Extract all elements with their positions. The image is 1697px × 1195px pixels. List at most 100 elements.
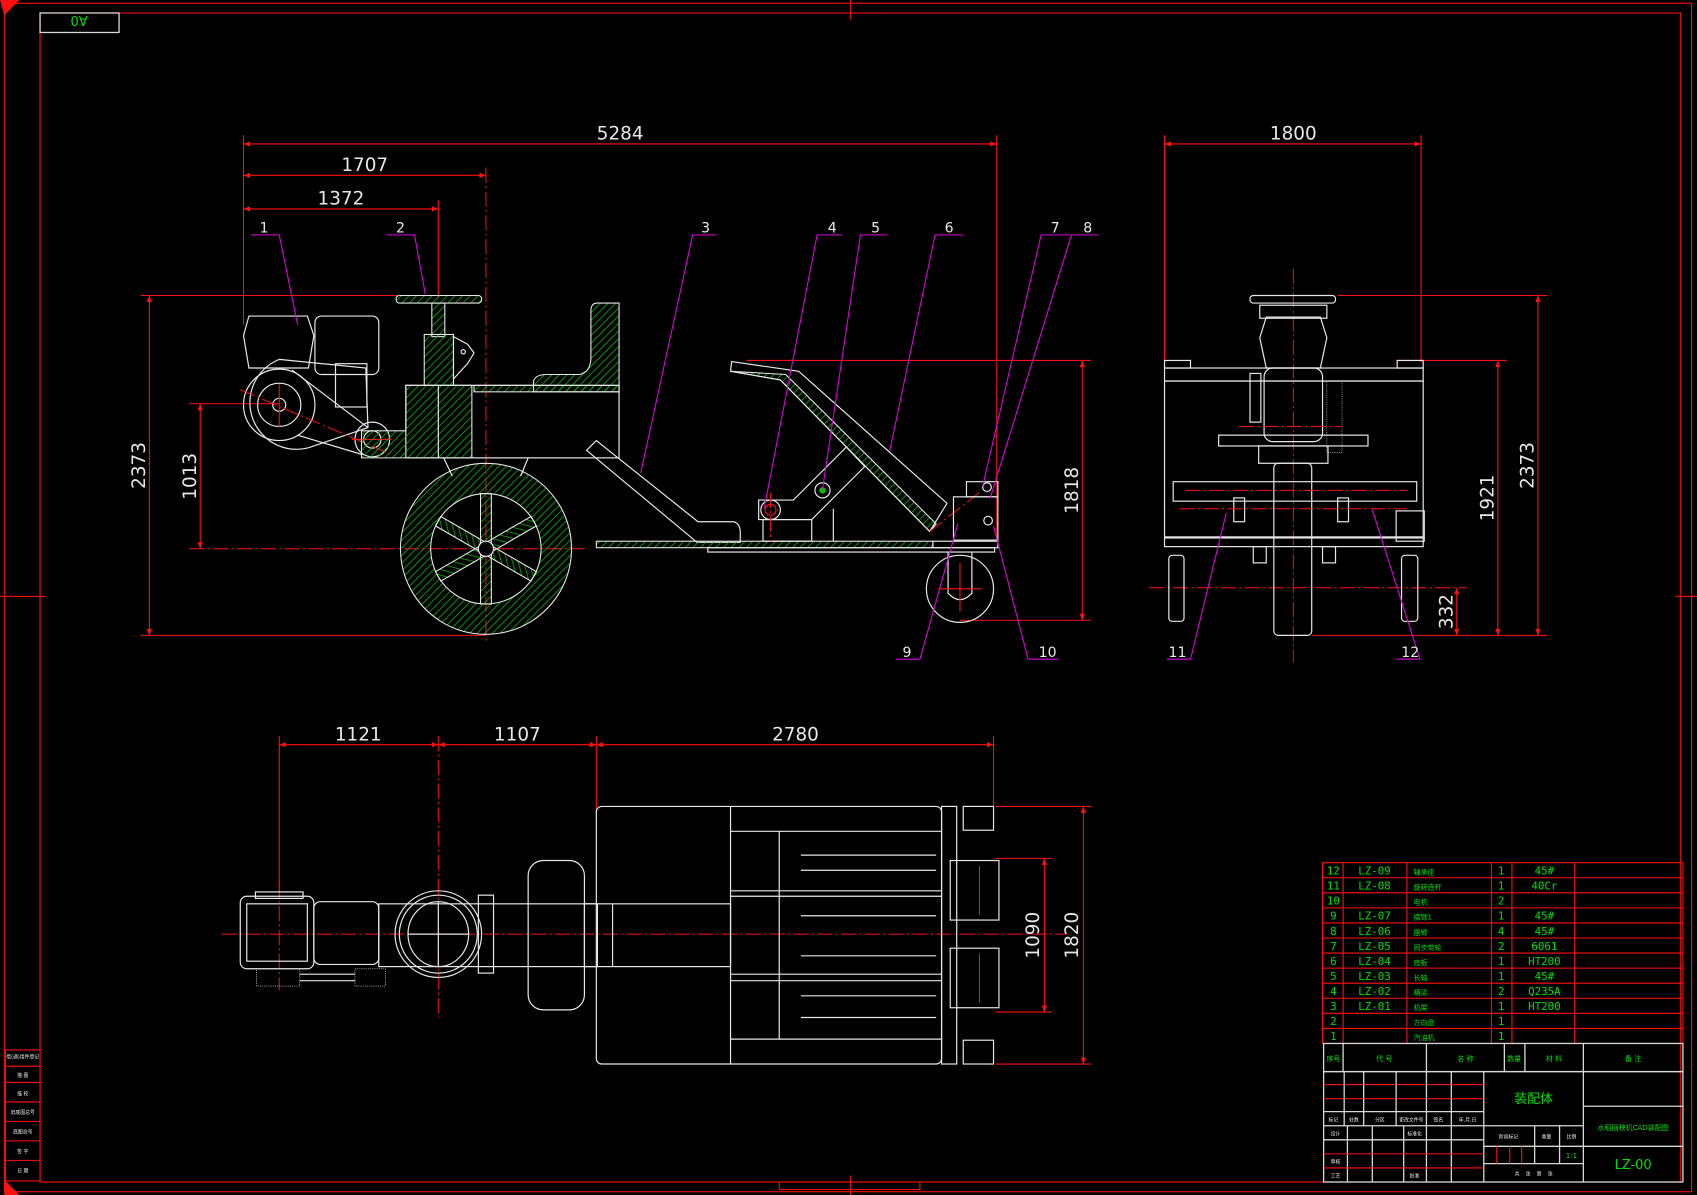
review-label: 审核 xyxy=(1331,1159,1341,1166)
balloon-9: 9 xyxy=(902,645,911,661)
dimension-5284: 5284 xyxy=(243,124,997,147)
parts-cell-qty: 1 xyxy=(1498,1000,1505,1013)
parts-cell-name: 方向盘 xyxy=(1413,1018,1434,1027)
side-view: 5284 1707 1372 2373 1013 1818 1 2 3 4 5 … xyxy=(129,124,1099,661)
parts-cell-name: 横梁 xyxy=(1413,988,1427,997)
parts-cell-code: LZ-02 xyxy=(1358,985,1391,998)
dimension-text: 1707 xyxy=(341,155,388,176)
dimension-2373-side: 2373 xyxy=(129,295,152,636)
header-material: 材 料 xyxy=(1546,1054,1562,1063)
parts-cell-name: 电机 xyxy=(1413,898,1427,907)
dimension-1121: 1121 xyxy=(279,724,439,748)
assembly-name: 装配体 xyxy=(1514,1092,1553,1107)
dimension-text: 1921 xyxy=(1478,475,1499,522)
stage-mark-label: 阶段标记 xyxy=(1499,1134,1519,1141)
parts-cell-material: Q235A xyxy=(1528,985,1561,998)
parts-cell-code: LZ-05 xyxy=(1358,940,1391,953)
parts-cell-name: 同步带轮 xyxy=(1413,943,1441,952)
parts-cell-no: 4 xyxy=(1330,985,1337,998)
parts-cell-name: 摆臂1 xyxy=(1413,913,1431,922)
dimension-text: 2780 xyxy=(772,724,819,745)
parts-cell-code: LZ-06 xyxy=(1358,925,1391,938)
parts-cell-qty: 1 xyxy=(1498,880,1505,893)
parts-cell-name: 旋转连杆 xyxy=(1413,883,1441,892)
dimension-1372: 1372 xyxy=(243,189,439,212)
parts-cell-material: 6061 xyxy=(1531,940,1557,953)
parts-cell-no: 8 xyxy=(1330,925,1337,938)
parts-cell-no: 6 xyxy=(1330,955,1337,968)
dimension-1818: 1818 xyxy=(1062,360,1085,621)
parts-cell-qty: 1 xyxy=(1498,1030,1505,1043)
strip-label: 日 期 xyxy=(17,1168,28,1174)
design-label: 设计 xyxy=(1331,1130,1341,1137)
drawing-number: LZ-00 xyxy=(1615,1158,1652,1173)
rev-header: 年.月.日 xyxy=(1459,1116,1477,1123)
parts-cell-code: LZ-03 xyxy=(1358,970,1391,983)
parts-cell-material: 45# xyxy=(1535,910,1555,923)
parts-cell-no: 12 xyxy=(1327,865,1340,878)
parts-cell-material: 40Cr xyxy=(1531,880,1558,893)
header-no: 序号 xyxy=(1326,1054,1340,1063)
rev-header: 更改文件号 xyxy=(1399,1116,1423,1123)
parts-cell-name: 底板 xyxy=(1413,958,1427,967)
steering-wheel xyxy=(395,294,483,386)
parts-cell-code: LZ-01 xyxy=(1358,1000,1391,1013)
parts-cell-no: 7 xyxy=(1330,940,1337,953)
sheet-count: 共 张 第 张 xyxy=(1515,1171,1553,1178)
dimension-332: 332 xyxy=(1436,587,1460,636)
dimension-1090: 1090 xyxy=(1023,858,1047,1013)
parts-cell-material: 45# xyxy=(1535,970,1555,983)
parts-cell-name: 摆臂 xyxy=(1413,928,1427,937)
dimension-1921: 1921 xyxy=(1478,360,1501,636)
front-view: 1800 1921 2373 332 11 12 xyxy=(1149,124,1548,663)
parts-list-header: 序号 代 号 名 称 数量 材 料 备 注 xyxy=(1322,1042,1684,1073)
rev-header: 处数 xyxy=(1349,1116,1359,1123)
parts-cell-qty: 1 xyxy=(1498,955,1505,968)
parts-cell-code: LZ-09 xyxy=(1358,865,1391,878)
rev-header: 分区 xyxy=(1375,1116,1385,1123)
parts-cell-no: 9 xyxy=(1330,910,1337,923)
scale-label: 比例 xyxy=(1567,1134,1577,1141)
rev-header: 签名 xyxy=(1433,1116,1443,1123)
standardization-label: 标准化 xyxy=(1407,1130,1422,1137)
dimension-text: 1818 xyxy=(1062,467,1083,514)
cad-drawing-sheet: A0 借(通)用件登记 描 图 描 校 旧底图总号 底图总号 签 字 日 期 5… xyxy=(0,0,1697,1195)
weight-label: 重量 xyxy=(1542,1134,1552,1141)
balloon-5: 5 xyxy=(871,221,880,237)
header-remark: 备 注 xyxy=(1625,1054,1641,1063)
balloon-10: 10 xyxy=(1039,645,1057,661)
parts-cell-name: 机架 xyxy=(1413,1003,1427,1012)
parts-cell-no: 10 xyxy=(1327,895,1340,908)
balloon-7: 7 xyxy=(1051,221,1060,237)
parts-cell-no: 1 xyxy=(1330,1030,1337,1043)
dimension-text: 1820 xyxy=(1062,912,1083,959)
dimension-text: 332 xyxy=(1436,594,1457,629)
parts-list-table: 12 LZ-09 轴承座 1 45#11 LZ-08 旋转连杆 1 40Cr10 电机 29 LZ-0… xyxy=(1321,862,1684,1045)
strip-label: 借(通)用件登记 xyxy=(6,1054,39,1061)
parts-cell-code: LZ-07 xyxy=(1358,910,1391,923)
dimension-text: 2373 xyxy=(1518,442,1539,489)
strip-label: 签 字 xyxy=(17,1148,28,1155)
balloon-11: 11 xyxy=(1169,645,1187,661)
parts-cell-qty: 1 xyxy=(1498,910,1505,923)
balloon-6: 6 xyxy=(945,221,954,237)
dimension-text: 2373 xyxy=(129,442,150,489)
dimension-text: 1372 xyxy=(318,189,365,210)
parts-cell-code: LZ-08 xyxy=(1358,880,1391,893)
parts-cell-qty: 1 xyxy=(1498,970,1505,983)
parts-cell-material: HT200 xyxy=(1528,955,1561,968)
dimension-text: 1121 xyxy=(335,724,382,745)
balloon-8: 8 xyxy=(1083,221,1092,237)
parts-cell-material: HT200 xyxy=(1528,1000,1561,1013)
sheet-size-label: A0 xyxy=(70,12,87,27)
parts-cell-name: 汽油机 xyxy=(1413,1033,1434,1042)
left-registration-strip: 借(通)用件登记 描 图 描 校 旧底图总号 底图总号 签 字 日 期 xyxy=(4,1049,41,1182)
dimension-1707: 1707 xyxy=(243,155,486,178)
parts-cell-no: 11 xyxy=(1327,880,1340,893)
top-view: 1121 1107 2780 1090 1820 xyxy=(221,724,1091,1065)
parts-cell-qty: 2 xyxy=(1498,940,1505,953)
strip-label: 描 图 xyxy=(17,1072,28,1079)
parts-cell-name: 轴承座 xyxy=(1413,868,1434,877)
parts-cell-qty: 2 xyxy=(1498,895,1505,908)
parts-cell-qty: 4 xyxy=(1498,925,1505,938)
